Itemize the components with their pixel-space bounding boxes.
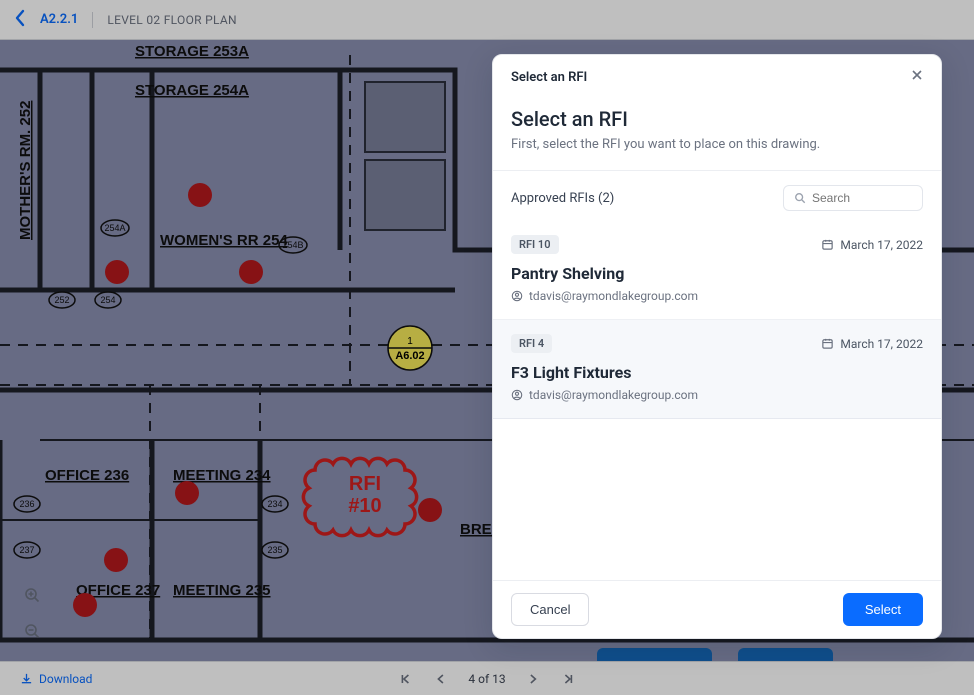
select-rfi-modal: Select an RFI Select an RFI First, selec…: [492, 54, 942, 639]
rfi-person: tdavis@raymondlakegroup.com: [511, 388, 923, 402]
modal-heading: Select an RFI: [511, 107, 923, 131]
room-womens-rr-254: WOMEN'S RR 254: [160, 232, 288, 249]
room-storage-253a: STORAGE 253A: [135, 43, 249, 60]
modal-footer: Cancel Select: [493, 580, 941, 638]
detail-callout: 1 A6.02: [388, 326, 432, 370]
close-icon[interactable]: [911, 69, 923, 85]
modal-header: Select an RFI First, select the RFI you …: [493, 95, 941, 171]
room-mothers-rm-252: MOTHER'S RM. 252: [17, 101, 34, 240]
svg-text:A6.02: A6.02: [395, 350, 424, 362]
rfi-person: tdavis@raymondlakegroup.com: [511, 289, 923, 303]
svg-text:252: 252: [54, 295, 69, 305]
room-office-236: OFFICE 236: [45, 467, 129, 484]
modal-controls: Approved RFIs (2): [493, 171, 941, 221]
rfi-date: March 17, 2022: [821, 337, 923, 351]
select-button[interactable]: Select: [843, 593, 923, 626]
calendar-icon: [821, 337, 834, 350]
pager: 4 of 13: [398, 672, 575, 686]
search-icon: [794, 192, 806, 204]
download-label: Download: [39, 672, 92, 686]
pager-next-icon[interactable]: [528, 672, 540, 686]
markup-pin[interactable]: [239, 260, 263, 284]
room-storage-254a: STORAGE 254A: [135, 82, 249, 99]
rfi-cloud-marker[interactable]: RFI #10: [303, 458, 416, 535]
pager-count: 4 of 13: [468, 672, 505, 686]
rfi-chip: RFI 4: [511, 334, 552, 353]
markup-pin[interactable]: [73, 593, 97, 617]
rfi-list: RFI 10 March 17, 2022 Pantry Shelving td…: [493, 221, 941, 580]
zoom-controls: [18, 581, 46, 645]
svg-text:254: 254: [100, 295, 115, 305]
modal-titlebar-label: Select an RFI: [511, 70, 587, 85]
pager-first-icon[interactable]: [398, 672, 412, 686]
search-input[interactable]: [812, 191, 912, 205]
approved-rfis-label: Approved RFIs (2): [511, 191, 614, 206]
pager-prev-icon[interactable]: [434, 672, 446, 686]
rfi-date: March 17, 2022: [821, 238, 923, 252]
topbar: A2.2.1 LEVEL 02 FLOOR PLAN: [0, 0, 974, 40]
rfi-chip: RFI 10: [511, 235, 559, 254]
zoom-in-button[interactable]: [18, 581, 46, 609]
pager-last-icon[interactable]: [562, 672, 576, 686]
download-button[interactable]: Download: [20, 672, 92, 686]
svg-text:RFI: RFI: [349, 473, 381, 495]
svg-text:#10: #10: [348, 495, 381, 517]
cancel-button[interactable]: Cancel: [511, 593, 589, 626]
markup-pin[interactable]: [175, 481, 199, 505]
markup-pin[interactable]: [188, 183, 212, 207]
separator: [92, 12, 93, 28]
svg-text:237: 237: [19, 545, 34, 555]
svg-text:1: 1: [407, 336, 413, 347]
rfi-title: F3 Light Fixtures: [511, 363, 923, 382]
download-icon: [20, 672, 33, 685]
back-button[interactable]: [14, 9, 26, 30]
modal-subheading: First, select the RFI you want to place …: [511, 137, 923, 152]
person-icon: [511, 389, 523, 401]
markup-pin[interactable]: [104, 548, 128, 572]
rfi-title: Pantry Shelving: [511, 264, 923, 283]
svg-text:234: 234: [267, 499, 282, 509]
sheet-id[interactable]: A2.2.1: [40, 12, 78, 27]
footer-bar: Download 4 of 13: [0, 661, 974, 695]
svg-text:254B: 254B: [282, 240, 303, 250]
svg-text:236: 236: [19, 499, 34, 509]
markup-pin[interactable]: [105, 260, 129, 284]
search-input-wrap[interactable]: [783, 185, 923, 211]
svg-text:235: 235: [267, 545, 282, 555]
svg-text:254A: 254A: [104, 223, 125, 233]
sheet-title: LEVEL 02 FLOOR PLAN: [107, 13, 236, 27]
zoom-out-button[interactable]: [18, 617, 46, 645]
calendar-icon: [821, 238, 834, 251]
rfi-item[interactable]: RFI 4 March 17, 2022 F3 Light Fixtures t…: [493, 320, 941, 419]
room-meeting-235: MEETING 235: [173, 582, 271, 599]
rfi-item[interactable]: RFI 10 March 17, 2022 Pantry Shelving td…: [493, 221, 941, 320]
person-icon: [511, 290, 523, 302]
modal-titlebar: Select an RFI: [493, 55, 941, 95]
markup-pin[interactable]: [418, 498, 442, 522]
